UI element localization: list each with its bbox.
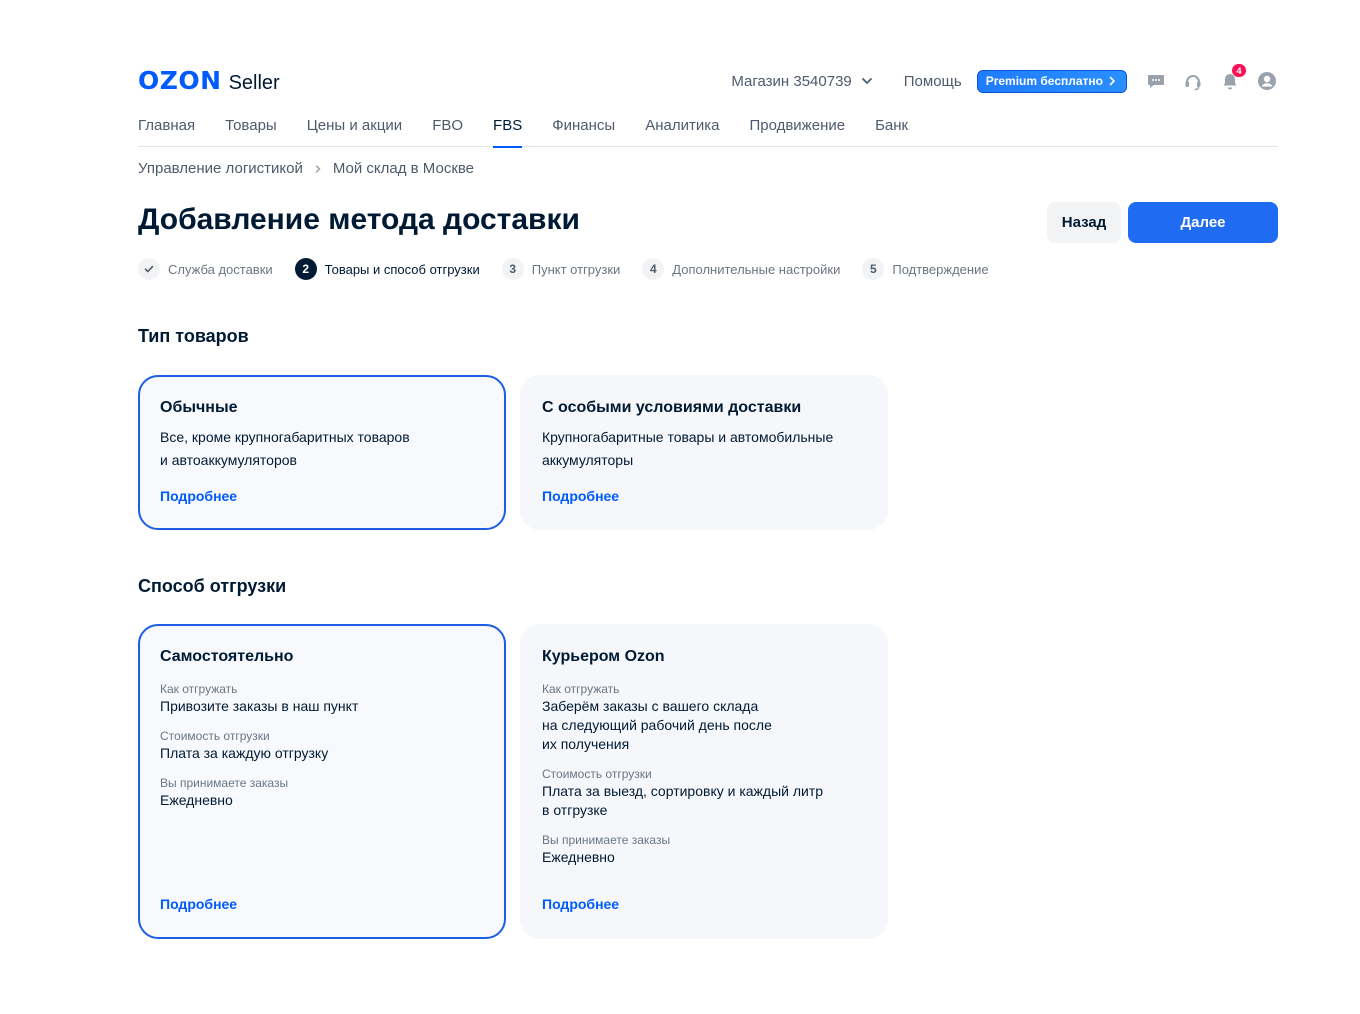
back-button[interactable]: Назад: [1047, 202, 1121, 243]
profile-button[interactable]: [1256, 70, 1278, 92]
chevron-down-icon: [861, 78, 872, 84]
notifications-badge: 4: [1232, 64, 1246, 77]
step-label: Пункт отгрузки: [531, 261, 621, 277]
step-label: Подтверждение: [892, 261, 989, 277]
how-to-ship-block: Как отгружать Заберём заказы с вашего ск…: [542, 681, 867, 754]
more-link[interactable]: Подробнее: [542, 896, 619, 912]
step-goods-shipping[interactable]: 2 Товары и способ отгрузки: [294, 258, 480, 280]
store-selector[interactable]: Магазин 3540739: [731, 73, 873, 90]
nav-item-promotion[interactable]: Продвижение: [749, 112, 845, 147]
premium-label: Premium бесплатно: [985, 74, 1103, 88]
step-confirmation[interactable]: 5 Подтверждение: [862, 258, 989, 280]
support-headset-icon: [1185, 75, 1201, 91]
accept-orders-value: Ежедневно: [160, 792, 233, 808]
next-button[interactable]: Далее: [1128, 202, 1278, 243]
card-description-line: аккумуляторы: [542, 452, 634, 468]
card-description-line: и автоаккумуляторов: [160, 452, 297, 468]
card-description: Все, кроме крупногабаритных товаров и ав…: [160, 426, 485, 472]
breadcrumb-warehouse[interactable]: Мой склад в Москве: [333, 160, 474, 177]
accept-orders-label: Вы принимаете заказы: [160, 776, 289, 790]
how-to-ship-block: Как отгружать Привозите заказы в наш пун…: [160, 681, 485, 716]
card-title: Курьером Ozon: [542, 648, 665, 665]
card-title: С особыми условиями доставки: [542, 399, 802, 416]
how-to-ship-value: на следующий рабочий день после: [542, 717, 772, 733]
stepper: Служба доставки 2 Товары и способ отгруз…: [138, 258, 1011, 280]
shipping-cost-block: Стоимость отгрузки Плата за выезд, сорти…: [542, 766, 867, 820]
nav-item-fbs[interactable]: FBS: [493, 112, 523, 148]
how-to-ship-value: Заберём заказы с вашего склада: [542, 698, 759, 714]
step-delivery-service[interactable]: Служба доставки: [138, 258, 273, 280]
header-actions: Магазин 3540739 Помощь Premium бесплатно…: [731, 64, 1278, 96]
card-title: Обычные: [160, 399, 238, 416]
breadcrumb-logistics[interactable]: Управление логистикой: [138, 160, 303, 177]
notifications-button[interactable]: 4: [1219, 64, 1246, 92]
nav-item-fbo[interactable]: FBO: [432, 112, 463, 147]
card-title: Самостоятельно: [160, 648, 294, 665]
more-link[interactable]: Подробнее: [160, 896, 237, 912]
card-description-line: Крупногабаритные товары и автомобильные: [542, 429, 834, 445]
premium-button[interactable]: Premium бесплатно: [976, 69, 1127, 93]
how-to-ship-label: Как отгружать: [542, 682, 620, 696]
more-link[interactable]: Подробнее: [542, 488, 619, 504]
shipping-cost-value: Плата за выезд, сортировку и каждый литр: [542, 783, 824, 799]
accept-orders-value: Ежедневно: [542, 849, 615, 865]
shipping-card-self[interactable]: Самостоятельно Как отгружать Привозите з…: [138, 624, 506, 939]
step-number: 4: [642, 258, 665, 280]
check-icon: [144, 265, 154, 273]
nav-item-analytics[interactable]: Аналитика: [645, 112, 719, 147]
nav-item-bank[interactable]: Банк: [875, 112, 908, 147]
step-done-marker: [138, 258, 160, 280]
breadcrumb: Управление логистикой Мой склад в Москве: [138, 160, 474, 177]
page-title: Добавление метода доставки: [138, 203, 580, 236]
how-to-ship-label: Как отгружать: [160, 682, 238, 696]
chat-button[interactable]: [1145, 70, 1167, 92]
nav-item-products[interactable]: Товары: [225, 112, 277, 147]
shipping-method-heading: Способ отгрузки: [138, 576, 287, 596]
shipping-cost-label: Стоимость отгрузки: [542, 767, 652, 781]
nav-item-finance[interactable]: Финансы: [552, 112, 615, 147]
logo-seller-text: Seller: [228, 72, 280, 94]
nav-item-home[interactable]: Главная: [138, 112, 195, 147]
shipping-cost-value: в отгрузке: [542, 802, 608, 818]
more-link[interactable]: Подробнее: [160, 488, 237, 504]
card-description: Крупногабаритные товары и автомобильные …: [542, 426, 867, 472]
how-to-ship-value: Привозите заказы в наш пункт: [160, 698, 359, 714]
logo-ozon-text: OZON: [138, 66, 222, 95]
shipping-cost-value: Плата за каждую отгрузку: [160, 745, 329, 761]
nav-item-prices[interactable]: Цены и акции: [307, 112, 402, 147]
shipping-cost-label: Стоимость отгрузки: [160, 729, 270, 743]
store-name: Магазин 3540739: [731, 72, 852, 90]
top-header: OZON Seller Магазин 3540739 Помощь Premi…: [138, 64, 1278, 98]
step-additional-settings[interactable]: 4 Дополнительные настройки: [642, 258, 840, 280]
chevron-right-icon: [315, 164, 321, 173]
chevron-right-icon: [1109, 76, 1116, 86]
help-link[interactable]: Помощь: [904, 73, 962, 90]
how-to-ship-value: их получения: [542, 736, 630, 752]
step-label: Служба доставки: [168, 261, 273, 277]
ozon-seller-logo[interactable]: OZON Seller: [138, 66, 280, 98]
user-avatar-icon: [1258, 72, 1276, 90]
step-label: Дополнительные настройки: [672, 261, 841, 277]
accept-orders-label: Вы принимаете заказы: [542, 833, 671, 847]
step-pickup-point[interactable]: 3 Пункт отгрузки: [501, 258, 621, 280]
main-nav: Главная Товары Цены и акции FBO FBS Фина…: [138, 112, 1278, 148]
step-label: Товары и способ отгрузки: [324, 261, 480, 277]
shipping-card-ozon-courier[interactable]: Курьером Ozon Как отгружать Заберём зака…: [520, 624, 888, 939]
card-description-line: Все, кроме крупногабаритных товаров: [160, 429, 410, 445]
goods-type-heading: Тип товаров: [138, 326, 249, 346]
goods-type-card-regular[interactable]: Обычные Все, кроме крупногабаритных това…: [138, 375, 506, 530]
chat-icon: [1148, 75, 1164, 88]
support-button[interactable]: [1182, 70, 1204, 92]
step-number: 2: [294, 258, 317, 280]
accept-orders-block: Вы принимаете заказы Ежедневно: [542, 832, 867, 867]
shipping-cost-block: Стоимость отгрузки Плата за каждую отгру…: [160, 728, 485, 763]
goods-type-card-special[interactable]: С особыми условиями доставки Крупногабар…: [520, 375, 888, 530]
step-number: 5: [862, 258, 885, 280]
accept-orders-block: Вы принимаете заказы Ежедневно: [160, 775, 485, 810]
step-number: 3: [501, 258, 524, 280]
